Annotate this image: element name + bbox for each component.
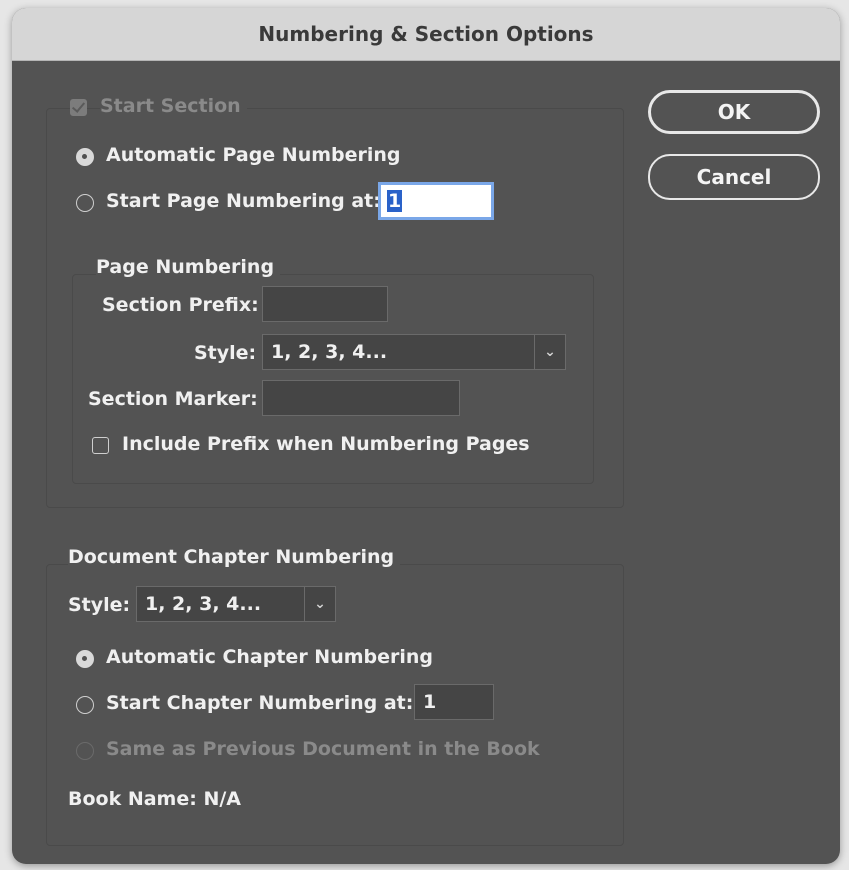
start-page-number-value: 1	[387, 190, 403, 212]
chapter-style-select[interactable]: 1, 2, 3, 4... ⌄	[136, 586, 336, 622]
automatic-chapter-numbering-label: Automatic Chapter Numbering	[106, 646, 434, 668]
same-as-previous-radio[interactable]	[76, 742, 94, 760]
same-as-previous-label: Same as Previous Document in the Book	[106, 738, 540, 760]
chapter-style-value: 1, 2, 3, 4...	[145, 593, 262, 615]
automatic-page-numbering-label: Automatic Page Numbering	[106, 144, 401, 166]
include-prefix-checkbox[interactable]	[92, 437, 109, 454]
ok-button[interactable]: OK	[648, 90, 820, 134]
start-chapter-number-input[interactable]: 1	[414, 684, 494, 720]
book-name-label: Book Name: N/A	[68, 788, 242, 810]
chapter-numbering-group-label: Document Chapter Numbering	[68, 546, 401, 568]
page-style-label: Style:	[194, 342, 257, 364]
chapter-style-label: Style:	[68, 594, 131, 616]
start-chapter-numbering-radio[interactable]	[76, 696, 94, 714]
dialog-titlebar: Numbering & Section Options	[12, 8, 840, 61]
section-marker-input[interactable]	[262, 380, 460, 416]
page-style-value: 1, 2, 3, 4...	[271, 341, 388, 363]
start-page-number-input[interactable]: 1	[378, 182, 494, 220]
section-prefix-label: Section Prefix:	[102, 294, 259, 316]
section-marker-label: Section Marker:	[88, 388, 258, 410]
numbering-section-options-dialog: Numbering & Section Options OK Cancel St…	[12, 8, 840, 864]
start-section-label: Start Section	[100, 95, 247, 117]
automatic-chapter-numbering-radio[interactable]	[76, 650, 94, 668]
cancel-button[interactable]: Cancel	[648, 154, 820, 200]
page-numbering-group-label: Page Numbering	[96, 256, 281, 278]
include-prefix-label: Include Prefix when Numbering Pages	[122, 433, 530, 455]
start-page-numbering-radio[interactable]	[76, 194, 94, 212]
start-page-numbering-label: Start Page Numbering at:	[106, 190, 381, 212]
start-chapter-numbering-label: Start Chapter Numbering at:	[106, 692, 414, 714]
automatic-page-numbering-radio[interactable]	[76, 148, 94, 166]
dialog-title: Numbering & Section Options	[258, 22, 594, 46]
chevron-down-icon: ⌄	[534, 335, 565, 369]
start-section-checkbox[interactable]	[70, 99, 87, 116]
section-prefix-input[interactable]	[262, 286, 388, 322]
chevron-down-icon: ⌄	[304, 587, 335, 621]
page-style-select[interactable]: 1, 2, 3, 4... ⌄	[262, 334, 566, 370]
